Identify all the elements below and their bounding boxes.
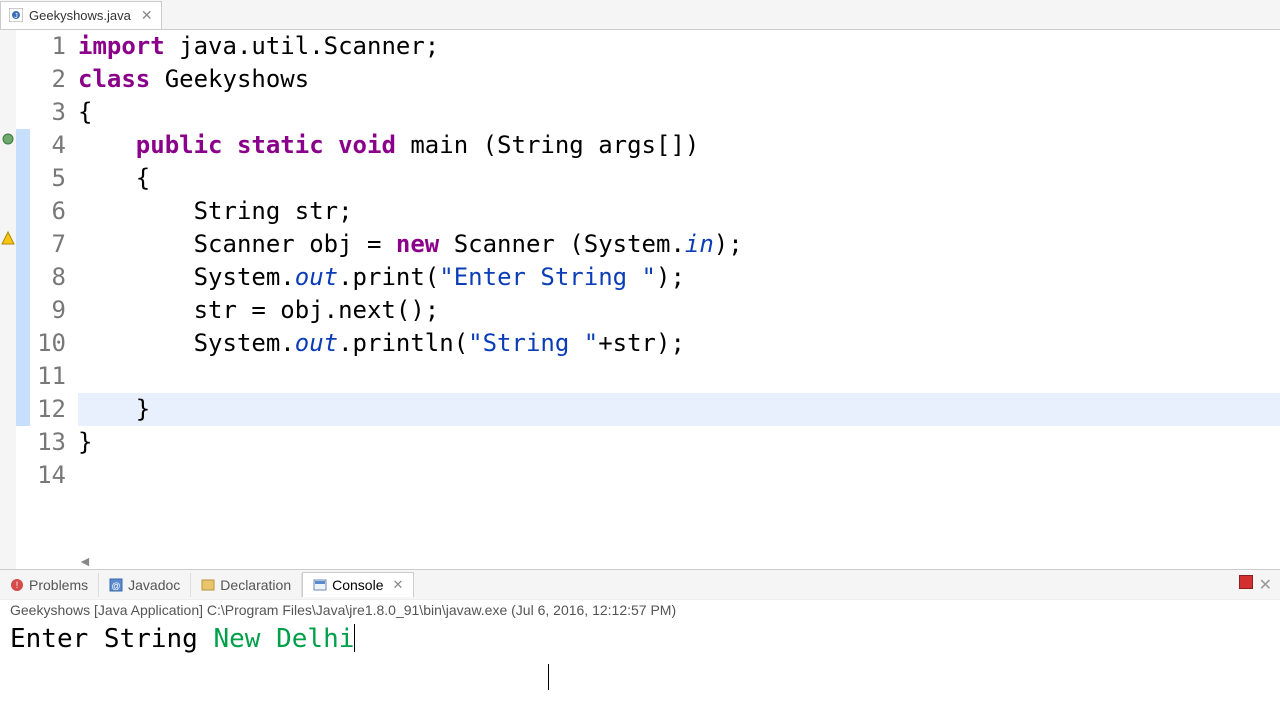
tab-javadoc[interactable]: @ Javadoc <box>99 573 191 597</box>
warning-icon <box>1 231 15 245</box>
line-number: 4 <box>30 129 66 162</box>
code-line[interactable]: } <box>78 426 1280 459</box>
line-number: 2 <box>30 63 66 96</box>
line-number: 1 <box>30 30 66 63</box>
tab-declaration[interactable]: Declaration <box>191 573 302 597</box>
code-line[interactable]: import java.util.Scanner; <box>78 30 1280 63</box>
panel-controls: ✕ <box>1239 575 1272 595</box>
editor-tab-label: Geekyshows.java <box>29 8 131 23</box>
line-number: 9 <box>30 294 66 327</box>
tab-problems[interactable]: ! Problems <box>0 573 99 597</box>
code-line[interactable]: str = obj.next(); <box>78 294 1280 327</box>
tab-label: Console <box>332 577 383 593</box>
line-number: 11 <box>30 360 66 393</box>
code-line[interactable]: System.out.print("Enter String "); <box>78 261 1280 294</box>
svg-text:@: @ <box>112 581 121 591</box>
declaration-icon <box>201 578 215 592</box>
console-icon <box>313 578 327 592</box>
code-line[interactable]: System.out.println("String "+str); <box>78 327 1280 360</box>
code-line[interactable]: { <box>78 96 1280 129</box>
code-content[interactable]: import java.util.Scanner;class Geekyshow… <box>78 30 1280 492</box>
terminate-button[interactable] <box>1239 575 1253 589</box>
close-icon[interactable]: ✕ <box>393 577 404 593</box>
svg-text:J: J <box>14 13 18 20</box>
problems-icon: ! <box>10 578 24 592</box>
folding-ruler <box>16 30 30 569</box>
scroll-left-icon[interactable]: ◄ <box>78 553 92 569</box>
caret-icon <box>548 664 549 690</box>
line-number: 6 <box>30 195 66 228</box>
console-process-info: Geekyshows [Java Application] C:\Program… <box>0 599 1280 620</box>
text-cursor <box>354 624 355 652</box>
console-user-input: New Delhi <box>214 624 355 654</box>
code-line[interactable]: class Geekyshows <box>78 63 1280 96</box>
code-editor[interactable]: 1234567891011121314 import java.util.Sca… <box>0 30 1280 569</box>
code-line[interactable] <box>78 459 1280 492</box>
console-output[interactable]: Enter String New Delhi <box>0 620 1280 720</box>
svg-text:!: ! <box>16 580 19 590</box>
tab-console[interactable]: Console ✕ <box>302 572 414 597</box>
line-number: 13 <box>30 426 66 459</box>
tab-label: Javadoc <box>128 577 180 593</box>
tab-label: Problems <box>29 577 88 593</box>
close-icon[interactable]: ✕ <box>141 7 153 24</box>
line-number: 7 <box>30 228 66 261</box>
line-number: 5 <box>30 162 66 195</box>
code-line[interactable]: String str; <box>78 195 1280 228</box>
line-number: 3 <box>30 96 66 129</box>
line-number: 8 <box>30 261 66 294</box>
java-file-icon: J <box>9 8 23 22</box>
javadoc-icon: @ <box>109 578 123 592</box>
line-number: 10 <box>30 327 66 360</box>
line-number-gutter: 1234567891011121314 <box>30 30 72 492</box>
marker-bar <box>0 30 16 569</box>
code-line[interactable]: { <box>78 162 1280 195</box>
code-line[interactable] <box>78 360 1280 393</box>
code-line[interactable]: public static void main (String args[]) <box>78 129 1280 162</box>
bottom-panel-tabs: ! Problems @ Javadoc Declaration Console… <box>0 569 1280 599</box>
tab-label: Declaration <box>220 577 291 593</box>
code-line[interactable]: } <box>78 393 1280 426</box>
editor-tab[interactable]: J Geekyshows.java ✕ <box>0 1 162 29</box>
console-prompt-text: Enter String <box>10 624 214 654</box>
code-line[interactable]: Scanner obj = new Scanner (System.in); <box>78 228 1280 261</box>
method-override-icon <box>1 132 15 146</box>
line-number: 14 <box>30 459 66 492</box>
editor-tab-bar: J Geekyshows.java ✕ <box>0 0 1280 30</box>
line-number: 12 <box>30 393 66 426</box>
close-panel-icon[interactable]: ✕ <box>1259 575 1272 595</box>
